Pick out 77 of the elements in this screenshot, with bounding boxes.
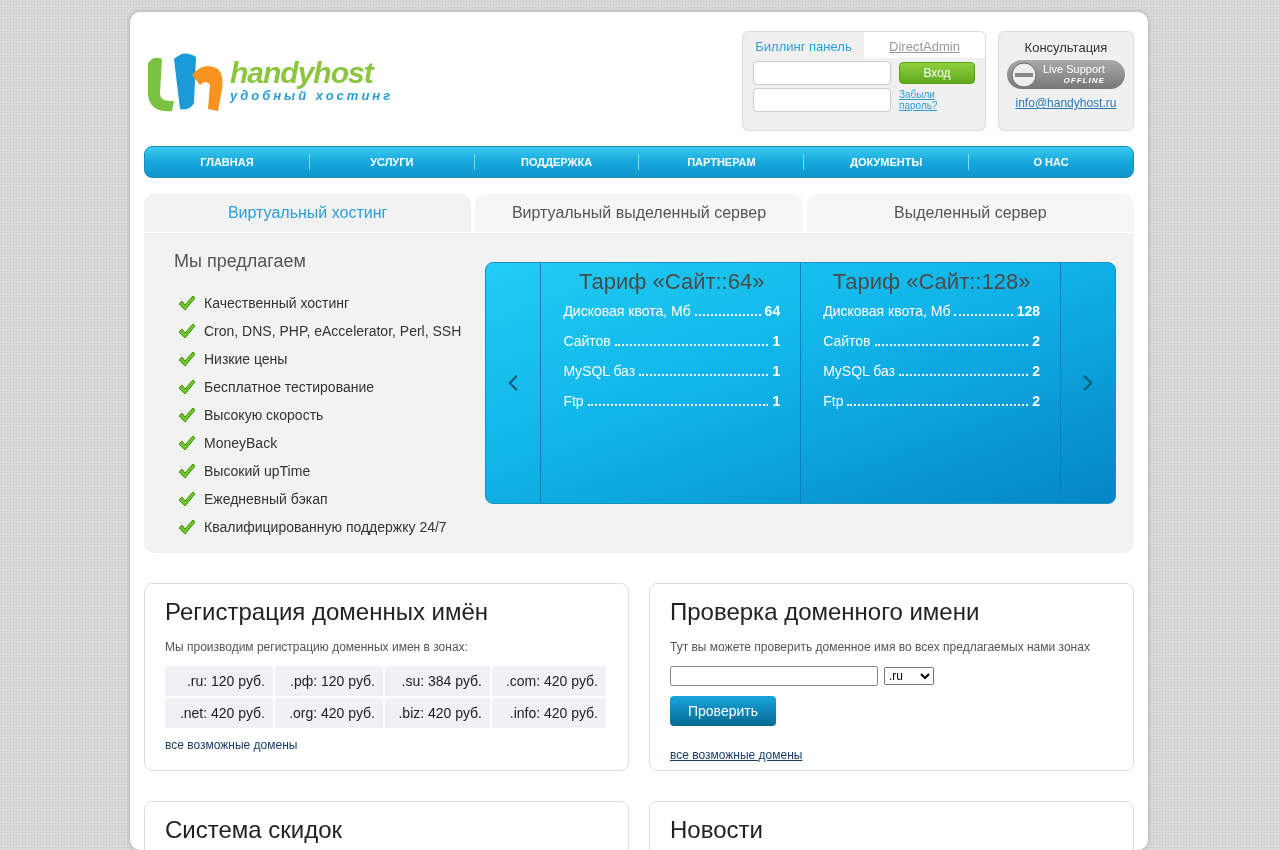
price-cell: .net: 420 руб. [165,698,273,728]
forgot-password-link[interactable]: Забыли пароль? [899,89,975,111]
check-button[interactable]: Проверить [670,696,776,726]
card-title: Регистрация доменных имён [165,598,490,626]
hosting-tab[interactable]: Выделенный сервер [806,194,1134,233]
offer-item: Качественный хостинг [204,295,350,311]
price-cell: .org: 420 руб. [275,698,383,728]
checkmark-icon [178,351,196,367]
nav-link[interactable]: ДОКУМЕНТЫ [803,154,969,170]
tariff-label: Дисковая квота, Мб [563,303,691,319]
tariff-value: 1 [772,393,781,409]
tariff-value: 64 [764,303,781,319]
email-link[interactable]: info@handyhost.ru [1015,96,1117,110]
login-button[interactable]: Вход [899,62,975,84]
offer-item: Высокий upTime [204,463,311,479]
tariff-label: MySQL баз [563,363,636,379]
price-cell: .com: 420 руб. [492,666,606,696]
badge-label: Live Support [1043,63,1105,75]
hosting-tab[interactable]: Виртуальный хостинг [144,194,472,232]
nav-link[interactable]: ПОДДЕРЖКА [473,154,639,170]
zone-select[interactable]: .ru [884,667,934,685]
tariff-label: MySQL баз [823,363,895,379]
card-intro: Тут вы можете проверить доменное имя во всех предлагаемых нами зонах [670,640,1091,654]
card-title: Проверка доменного имени [670,598,981,626]
offer-item: Cron, DNS, PHP, eAccelerator, Perl, SSH [204,323,462,339]
nav-link[interactable]: УСЛУГИ [308,154,474,170]
tariff-value: 1 [772,333,781,349]
checkmark-icon [178,379,196,395]
card-title: Новости [670,816,764,844]
offer-item: Бесплатное тестирование [204,379,375,395]
checkmark-icon [178,491,196,507]
checkmark-icon [178,519,196,535]
tariff-value: 128 [1016,303,1040,319]
live-support-badge[interactable]: Live Support OFFLINE [1007,60,1125,89]
price-cell: .su: 384 руб. [385,666,490,696]
all-domains-link[interactable]: все возможные домены [165,738,298,752]
checkmark-icon [178,463,196,479]
checkmark-icon [178,435,196,451]
all-domains-link[interactable]: все возможные домены [670,748,803,762]
nav-link[interactable]: ПАРТНЕРАМ [638,154,804,170]
tariff-value: 2 [1032,363,1040,379]
offer-item: Низкие цены [204,351,288,367]
checkmark-icon [178,295,196,311]
tariff-title: Тариф «Сайт::128» [831,269,1032,295]
login-tab[interactable]: Биллинг панель [743,32,864,58]
offer-item: Квалифицированную поддержку 24/7 [204,519,447,535]
tariff-label: Сайтов [563,333,611,349]
price-cell: .ru: 120 руб. [165,666,273,696]
offer-item: MoneyBack [204,435,278,451]
price-cell: .biz: 420 руб. [385,698,490,728]
nav-link[interactable]: ГЛАВНАЯ [145,154,309,170]
login-field[interactable] [753,61,891,85]
domain-field[interactable] [670,666,878,686]
offer-title: Мы предлагаем [174,251,307,272]
checkmark-icon [178,323,196,339]
tariff-label: Сайтов [823,333,871,349]
offer-item: Ежедневный бэкап [204,491,328,507]
badge-status: OFFLINE [1063,75,1105,86]
price-cell: .info: 420 руб. [492,698,606,728]
tariff-label: Дисковая квота, Мб [823,303,951,319]
hosting-tab[interactable]: Виртуальный выделенный сервер [475,194,803,233]
tariff-value: 2 [1032,333,1040,349]
tariff-label: Ftp [823,393,844,409]
logo-text: handyhost [230,57,376,88]
consult-title: Консультация [1024,40,1108,55]
checkmark-icon [178,407,196,423]
nav-link[interactable]: О НАС [968,154,1133,170]
tariff-title: Тариф «Сайт::64» [578,269,766,295]
login-tab[interactable]: DirectAdmin [864,32,985,58]
tariff-value: 2 [1032,393,1040,409]
offer-item: Высокую скорость [204,407,324,423]
card-intro: Мы производим регистрацию доменных имен в зонах: [165,640,469,654]
password-field[interactable] [753,88,891,112]
card-title: Система скидок [165,816,344,844]
tariff-label: Ftp [563,393,584,409]
price-cell: .рф: 120 руб. [275,666,383,696]
tariff-value: 1 [772,363,781,379]
